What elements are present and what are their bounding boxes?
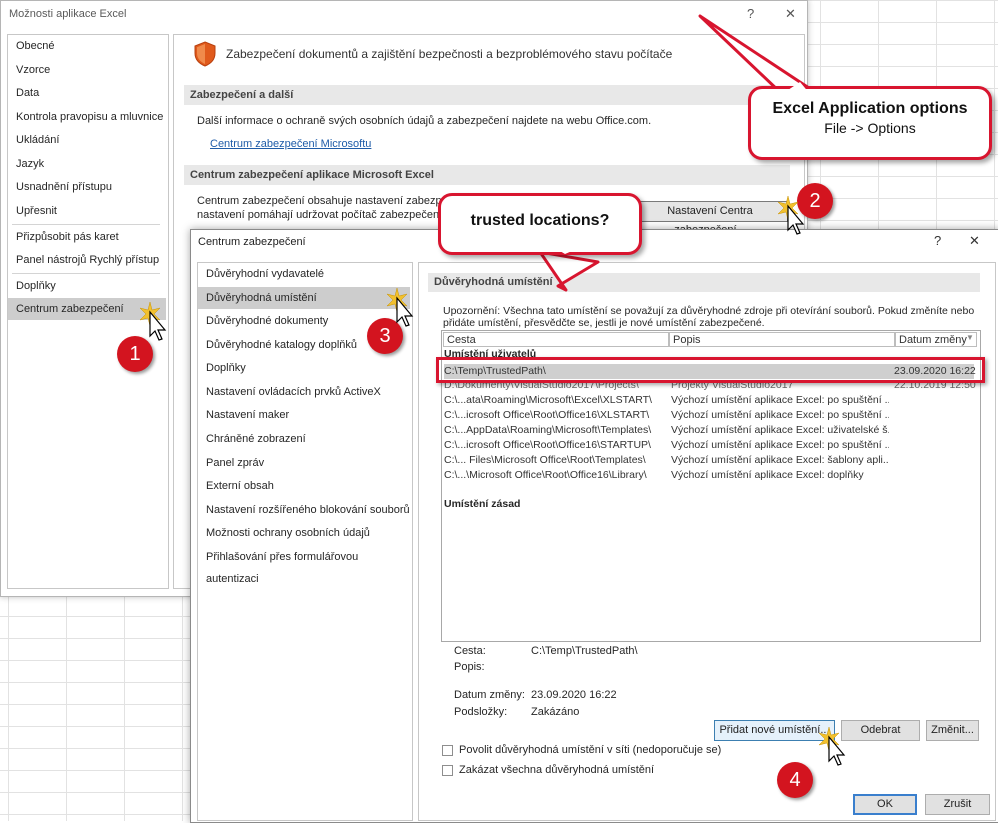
callout-pointer-mask (782, 82, 810, 94)
step-badge-4: 4 (777, 762, 813, 798)
click-cursor-icon (386, 287, 414, 327)
click-cursor-icon (777, 195, 805, 235)
callout-subtitle: File -> Options (824, 120, 916, 136)
click-cursor-icon (139, 301, 167, 341)
click-cursor-icon (818, 726, 846, 766)
callout-trusted-locations: trusted locations? (438, 193, 642, 255)
callout-excel-options: Excel Application options File -> Option… (748, 86, 992, 160)
callout-pointer-mask (545, 242, 593, 254)
callout-title: Excel Application options (772, 100, 968, 117)
callout-trusted-text: trusted locations? (470, 212, 610, 229)
